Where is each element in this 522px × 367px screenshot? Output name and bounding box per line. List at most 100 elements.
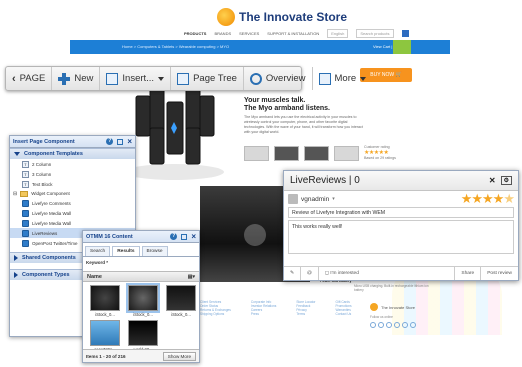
asset-thumbnail[interactable]: casa720p...: [88, 320, 122, 352]
widget-item[interactable]: Livefyre Media Wall: [10, 208, 135, 218]
product-thumbnail[interactable]: [274, 146, 299, 161]
asset-thumbnail[interactable]: iStock_0...: [126, 283, 160, 317]
plus-icon: [58, 72, 71, 85]
footer-link[interactable]: Terms: [296, 312, 315, 316]
maximize-icon[interactable]: [181, 233, 188, 240]
social-icon[interactable]: [370, 322, 376, 328]
chevron-down-icon[interactable]: ▾: [332, 196, 335, 202]
im-interested-toggle[interactable]: ◻ I'm interested: [319, 267, 456, 280]
review-title-input[interactable]: Review of Livefyre Integration with WEM: [288, 207, 514, 218]
buy-now-label: BUY NOW: [370, 72, 395, 78]
template-label: 3 Column: [32, 171, 52, 177]
footer-brand: The Innovate Store: [370, 303, 415, 311]
nav-support[interactable]: SUPPORT & INSTALLATION: [267, 31, 319, 36]
section-label: Component Types: [22, 272, 70, 278]
template-icon: T: [22, 170, 29, 178]
footer-column: Corporate Info Investor Relations Career…: [251, 300, 277, 316]
close-icon[interactable]: ✕: [489, 176, 496, 185]
footer-column: Client Services Order Status Returns & E…: [200, 300, 231, 316]
page-menu[interactable]: ‹ PAGE: [6, 67, 53, 90]
folder-label: Widget Component: [31, 191, 70, 196]
at-mention-icon[interactable]: @: [301, 267, 319, 280]
widget-label: LiveReviews: [32, 230, 58, 236]
view-options-icon[interactable]: ▤▾: [188, 274, 195, 280]
nav-brands[interactable]: BRANDS: [214, 31, 231, 36]
overview-label: Overview: [265, 73, 306, 84]
section-component-templates[interactable]: Component Templates: [10, 148, 135, 159]
help-icon[interactable]: ?: [106, 138, 114, 145]
template-item[interactable]: T2 Column: [10, 159, 135, 169]
product-thumbnail[interactable]: [304, 146, 329, 161]
folder-widget-component[interactable]: ⊟ Widget Component: [10, 189, 135, 198]
overview-button[interactable]: Overview: [244, 67, 313, 90]
edit-icon[interactable]: ✎: [284, 267, 302, 280]
social-icon[interactable]: [402, 322, 408, 328]
tab-results[interactable]: Results: [112, 246, 140, 256]
tab-browse[interactable]: Browse: [141, 246, 168, 256]
social-icon[interactable]: [378, 322, 384, 328]
template-item[interactable]: T Text Block: [10, 179, 135, 189]
star-rating: ★★★★: [460, 191, 505, 206]
product-thumbnails: [244, 146, 359, 161]
language-select[interactable]: English: [327, 29, 349, 38]
cart-icon: 🛒: [395, 72, 402, 78]
footer-link[interactable]: Shipping Options: [200, 312, 231, 316]
share-button[interactable]: Share: [455, 267, 482, 280]
play-icon[interactable]: [244, 224, 266, 246]
footer-link[interactable]: Contact Us: [336, 312, 352, 316]
new-button[interactable]: New: [52, 67, 101, 90]
more-button[interactable]: More: [313, 67, 373, 90]
cart-icon[interactable]: [393, 40, 411, 54]
breadcrumb[interactable]: Home > Computers & Tablets > Wearable co…: [122, 44, 229, 49]
maximize-icon[interactable]: [117, 138, 124, 145]
asset-thumbnail[interactable]: iStock_0...: [164, 285, 198, 317]
store-logo-icon: [370, 303, 378, 311]
review-body-input[interactable]: This works really well!: [288, 220, 514, 254]
page-tree-button[interactable]: Page Tree: [171, 67, 244, 90]
content-panel: OTMM 16 Content ? × Search Results Browse…: [82, 230, 200, 363]
asset-thumbnail[interactable]: world 20...: [126, 320, 160, 352]
widget-item[interactable]: Livefyre Media Wall: [10, 218, 135, 228]
social-icon[interactable]: [386, 322, 392, 328]
social-icon[interactable]: [394, 322, 400, 328]
nav-products[interactable]: PRODUCTS: [184, 31, 206, 36]
folder-icon: [20, 190, 29, 197]
store-logo[interactable]: The Innovate Store: [217, 8, 347, 26]
settings-icon[interactable]: ⚙: [500, 176, 512, 185]
insert-icon: [106, 72, 119, 85]
store-search-input[interactable]: Search products: [356, 29, 394, 38]
search-icon[interactable]: [401, 30, 409, 37]
rating-input[interactable]: ★★★★★: [460, 191, 515, 207]
product-thumbnail[interactable]: [334, 146, 359, 161]
chevron-down-icon: [158, 76, 165, 81]
template-icon: T: [22, 160, 29, 168]
username[interactable]: vgnadmin: [301, 196, 329, 203]
help-icon[interactable]: ?: [170, 233, 178, 240]
social-icon[interactable]: [410, 322, 416, 328]
expander-icon: ⊟: [13, 190, 18, 197]
store-logo-icon: [217, 8, 235, 26]
more-label: More: [334, 73, 357, 84]
footer-brand-name: The Innovate Store: [381, 304, 416, 310]
asset-thumbnail[interactable]: iStock_0...: [88, 285, 122, 317]
nav-services[interactable]: SERVICES: [239, 31, 259, 36]
close-icon[interactable]: ×: [191, 232, 196, 240]
post-review-button[interactable]: Post review: [481, 267, 518, 280]
close-icon[interactable]: ×: [127, 137, 132, 145]
live-reviews-header: LiveReviews | 0 ✕ ⚙: [284, 171, 518, 191]
widget-label: Livefyre Media Wall: [32, 210, 72, 216]
template-item[interactable]: T3 Column: [10, 169, 135, 179]
asset-image: [90, 285, 120, 311]
product-thumbnail[interactable]: [244, 146, 269, 161]
store-nav: PRODUCTS BRANDS SERVICES SUPPORT & INSTA…: [184, 29, 409, 38]
page-toolbar: ‹ PAGE New Insert... Page Tree Overview M…: [5, 66, 367, 91]
widget-item[interactable]: Livefyre Comments: [10, 198, 135, 208]
review-user-row: vgnadmin ▾ ★★★★★: [284, 191, 518, 207]
interested-label: I'm interested: [330, 271, 359, 276]
show-more-button[interactable]: Show More: [162, 351, 196, 361]
tab-search[interactable]: Search: [85, 246, 111, 256]
item-count: Items 1 - 20 of 216: [86, 353, 126, 359]
name-column-header[interactable]: Name ▤▾: [83, 271, 199, 282]
insert-button[interactable]: Insert...: [100, 67, 172, 90]
footer-link[interactable]: Press: [251, 312, 277, 316]
